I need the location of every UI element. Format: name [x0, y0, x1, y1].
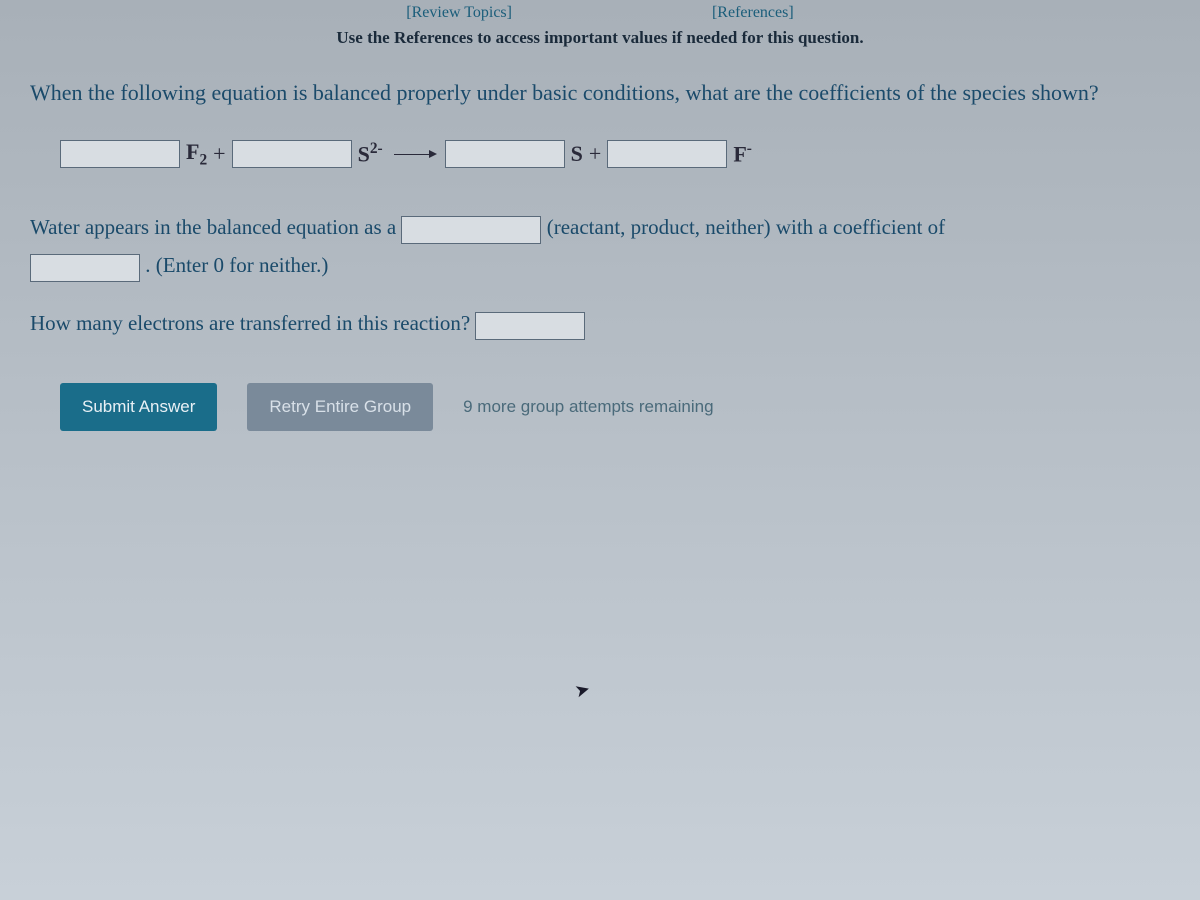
coef-f2-input[interactable]: [60, 140, 180, 168]
species-f2: F2: [186, 139, 207, 169]
electrons-input[interactable]: [475, 312, 585, 340]
species-s: S: [571, 141, 583, 167]
cursor-icon: ➤: [573, 678, 593, 702]
instruction-text: Use the References to access important v…: [0, 28, 1200, 48]
retry-group-button[interactable]: Retry Entire Group: [247, 383, 433, 431]
plus-2: +: [589, 141, 601, 167]
coef-s-input[interactable]: [445, 140, 565, 168]
question-prompt: When the following equation is balanced …: [30, 78, 1170, 109]
equation-row: F2 + S2- S + F-: [60, 139, 1170, 169]
electrons-question: How many electrons are transferred in th…: [30, 305, 1170, 343]
attempts-remaining: 9 more group attempts remaining: [463, 397, 713, 417]
coef-fminus-input[interactable]: [607, 140, 727, 168]
review-topics-link[interactable]: [Review Topics]: [406, 4, 512, 22]
coef-s2minus-input[interactable]: [232, 140, 352, 168]
water-question: Water appears in the balanced equation a…: [30, 209, 1170, 285]
species-fminus: F-: [733, 140, 752, 167]
species-s2minus: S2-: [358, 140, 383, 167]
submit-answer-button[interactable]: Submit Answer: [60, 383, 217, 431]
reaction-arrow-icon: [389, 142, 439, 165]
water-role-input[interactable]: [401, 216, 541, 244]
water-coef-input[interactable]: [30, 254, 140, 282]
plus-1: +: [213, 141, 225, 167]
references-link[interactable]: [References]: [712, 4, 794, 22]
